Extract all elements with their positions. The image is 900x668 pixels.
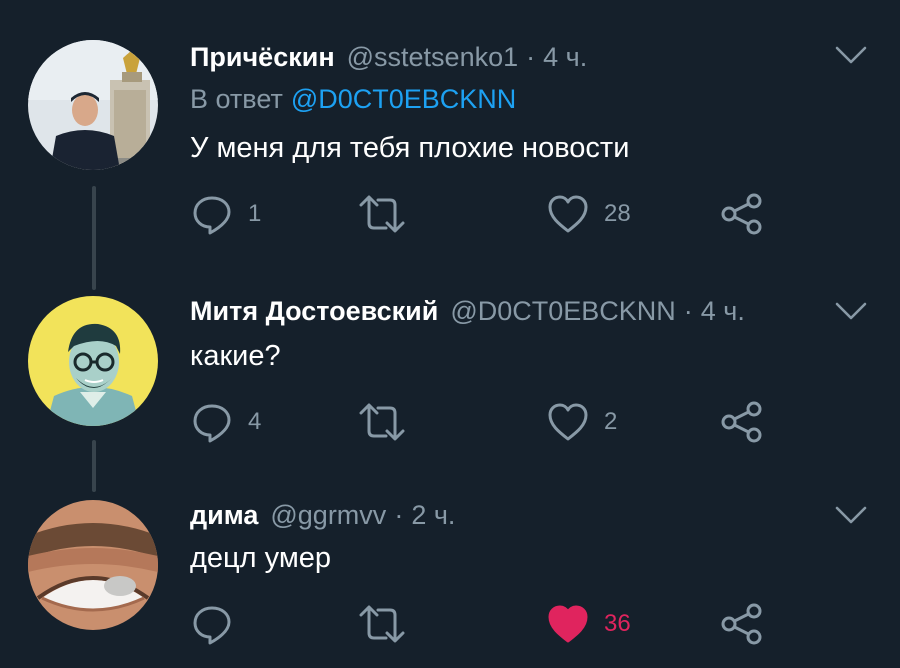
separator: ·	[394, 500, 404, 530]
display-name[interactable]: дима	[190, 500, 258, 531]
reply-icon	[193, 404, 231, 443]
like-button[interactable]: 2	[546, 400, 617, 444]
action-bar: 36	[190, 602, 790, 646]
share-icon	[721, 193, 762, 235]
tweet-text: какие?	[190, 340, 281, 372]
reply-icon	[193, 606, 231, 645]
retweet-button[interactable]	[358, 400, 420, 444]
chevron-down-icon[interactable]	[834, 44, 868, 66]
retweet-icon	[359, 195, 405, 233]
action-bar: 1 28	[190, 192, 790, 236]
user-handle[interactable]: @sstetsenko1	[347, 42, 519, 73]
share-button[interactable]	[720, 192, 764, 236]
reply-prefix: В ответ	[190, 84, 283, 114]
display-name[interactable]: Митя Достоевский	[190, 296, 438, 327]
share-icon	[721, 603, 762, 645]
like-count: 28	[604, 200, 631, 227]
like-count: 36	[604, 610, 631, 637]
reply-count: 1	[248, 200, 262, 227]
reply-button[interactable]: 4	[190, 400, 261, 444]
reply-button[interactable]	[190, 602, 248, 646]
timestamp[interactable]: 4 ч.	[701, 296, 745, 327]
avatar[interactable]	[28, 40, 158, 170]
reply-count: 4	[248, 408, 262, 435]
reply-button[interactable]: 1	[190, 192, 261, 236]
like-count: 2	[604, 408, 618, 435]
reply-context: В ответ @D0CT0EBCKNN	[190, 84, 516, 115]
share-button[interactable]	[720, 400, 764, 444]
timestamp[interactable]: 4 ч.	[543, 42, 587, 73]
user-handle[interactable]: @ggrmvv	[270, 500, 386, 531]
tweet-header: Митя Достоевский @D0CT0EBCKNN · 4 ч.	[190, 296, 745, 327]
timestamp[interactable]: 2 ч.	[411, 500, 455, 531]
separator: ·	[683, 296, 693, 326]
chevron-down-icon[interactable]	[834, 300, 868, 322]
action-bar: 4 2	[190, 400, 790, 444]
tweet[interactable]: Причёскин @sstetsenko1 · 4 ч. В ответ @D0…	[0, 0, 900, 250]
like-icon	[548, 605, 588, 643]
like-icon	[548, 403, 588, 441]
share-button[interactable]	[720, 602, 764, 646]
retweet-icon	[359, 605, 405, 643]
reply-mention-link[interactable]: @D0CT0EBCKNN	[291, 84, 516, 114]
retweet-button[interactable]	[358, 602, 420, 646]
display-name[interactable]: Причёскин	[190, 42, 335, 73]
chevron-down-icon[interactable]	[834, 504, 868, 526]
separator: ·	[526, 42, 536, 72]
share-icon	[721, 401, 762, 443]
tweet[interactable]: Митя Достоевский @D0CT0EBCKNN · 4 ч. как…	[0, 270, 900, 470]
avatar[interactable]	[28, 296, 158, 426]
tweet-header: Причёскин @sstetsenko1 · 4 ч.	[190, 42, 587, 73]
like-button[interactable]: 28	[546, 192, 631, 236]
retweet-button[interactable]	[358, 192, 420, 236]
tweet-text: децл умер	[190, 542, 332, 574]
user-handle[interactable]: @D0CT0EBCKNN	[450, 296, 675, 327]
avatar[interactable]	[28, 500, 158, 630]
tweet-text: У меня для тебя плохие новости	[190, 132, 630, 164]
tweet[interactable]: дима @ggrmvv · 2 ч. децл умер 36	[0, 480, 900, 668]
tweet-header: дима @ggrmvv · 2 ч.	[190, 500, 455, 531]
like-icon	[548, 195, 588, 233]
reply-icon	[193, 196, 231, 235]
like-button[interactable]: 36	[546, 602, 631, 646]
retweet-icon	[359, 403, 405, 441]
